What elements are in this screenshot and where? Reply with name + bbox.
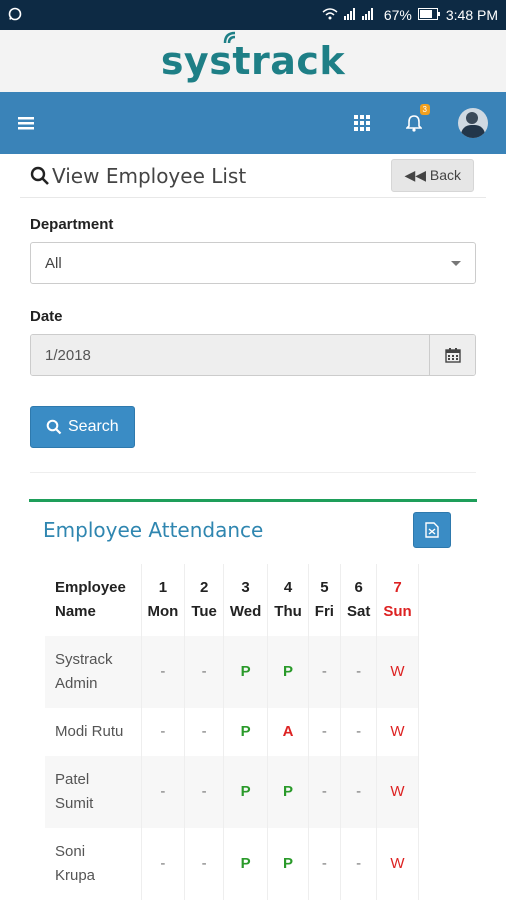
attendance-cell: - xyxy=(141,828,186,900)
attendance-cell: P xyxy=(223,708,269,756)
attendance-card: Employee Attendance Employee Name 1 Mon 2… xyxy=(29,499,477,900)
attendance-table-container[interactable]: Employee Name 1 Mon 2 Tue 3 Wed 4 Thu 5 Fri 6… xyxy=(45,564,459,900)
attendance-cell: - xyxy=(184,828,224,900)
page-title: View Employee List xyxy=(30,164,246,188)
department-label: Department xyxy=(30,216,114,233)
battery-icon xyxy=(417,7,440,23)
attendance-cell: W xyxy=(376,828,419,900)
employee-name-cell: Modi Rutu xyxy=(45,708,142,756)
attendance-cell: P xyxy=(267,636,309,708)
search-icon xyxy=(30,166,49,185)
column-header-day: 3 Wed xyxy=(223,564,269,636)
whatsapp-icon xyxy=(8,7,322,24)
attendance-cell: P xyxy=(267,756,309,828)
notification-count-badge: 3 xyxy=(419,104,430,115)
calendar-icon[interactable] xyxy=(429,335,475,375)
attendance-cell: - xyxy=(340,708,378,756)
logo-signal-icon xyxy=(223,31,235,44)
backward-icon: ◀◀ xyxy=(404,167,426,183)
column-header-day: 6 Sat xyxy=(340,564,378,636)
attendance-table: Employee Name 1 Mon 2 Tue 3 Wed 4 Thu 5 Fri 6… xyxy=(45,564,419,900)
divider xyxy=(30,472,476,473)
attendance-header: Employee Attendance xyxy=(29,502,477,564)
attendance-cell: - xyxy=(184,756,224,828)
employee-name-cell: Patel Sumit xyxy=(45,756,142,828)
column-header-day: 4 Thu xyxy=(267,564,309,636)
date-label: Date xyxy=(30,308,63,325)
department-select[interactable]: All xyxy=(30,242,476,284)
employee-name-cell: Soni Krupa xyxy=(45,828,142,900)
clock: 3:48 PM xyxy=(445,7,498,23)
attendance-cell: - xyxy=(340,636,378,708)
attendance-title: Employee Attendance xyxy=(43,518,264,542)
attendance-cell: W xyxy=(376,708,419,756)
top-navbar: 3 xyxy=(0,92,506,154)
user-avatar[interactable] xyxy=(458,108,488,138)
battery-percent: 67% xyxy=(383,7,412,23)
apps-grid-icon[interactable] xyxy=(354,115,370,131)
employee-name-cell: Systrack Admin xyxy=(45,636,142,708)
wifi-icon xyxy=(322,7,338,23)
table-row: Patel Sumit - - P P - - W xyxy=(45,756,419,828)
search-button[interactable]: Search xyxy=(30,406,135,448)
notification-bell-icon[interactable]: 3 xyxy=(406,104,430,132)
table-row: Soni Krupa - - P P - - W xyxy=(45,828,419,900)
hamburger-menu-icon[interactable] xyxy=(18,116,34,130)
table-row: Systrack Admin - - P P - - W xyxy=(45,636,419,708)
date-input[interactable]: 1/2018 xyxy=(31,335,429,375)
attendance-cell: P xyxy=(223,756,269,828)
dropdown-caret-icon xyxy=(451,260,461,266)
signal-icon xyxy=(343,7,378,23)
table-row: Modi Rutu - - P A - - W xyxy=(45,708,419,756)
attendance-cell: - xyxy=(141,756,186,828)
column-header-day: 7 Sun xyxy=(376,564,419,636)
attendance-cell: - xyxy=(308,828,341,900)
back-button[interactable]: ◀◀ Back xyxy=(391,159,474,192)
attendance-cell: P xyxy=(267,828,309,900)
attendance-cell: W xyxy=(376,756,419,828)
attendance-cell: P xyxy=(223,636,269,708)
panel-header: View Employee List ◀◀ Back xyxy=(20,154,486,198)
excel-file-icon xyxy=(425,522,439,538)
attendance-cell: P xyxy=(223,828,269,900)
attendance-cell: W xyxy=(376,636,419,708)
attendance-cell: A xyxy=(267,708,309,756)
attendance-cell: - xyxy=(308,756,341,828)
attendance-cell: - xyxy=(184,636,224,708)
column-header-employee-name: Employee Name xyxy=(45,564,142,636)
attendance-cell: - xyxy=(308,636,341,708)
table-header-row: Employee Name 1 Mon 2 Tue 3 Wed 4 Thu 5 Fri 6… xyxy=(45,564,419,636)
column-header-day: 2 Tue xyxy=(184,564,224,636)
attendance-cell: - xyxy=(184,708,224,756)
attendance-cell: - xyxy=(340,828,378,900)
main-content: View Employee List ◀◀ Back Department Al… xyxy=(0,154,506,900)
attendance-cell: - xyxy=(141,636,186,708)
attendance-cell: - xyxy=(340,756,378,828)
search-icon xyxy=(46,419,62,435)
attendance-cell: - xyxy=(141,708,186,756)
filter-form: Department All Date 1/2018 Search xyxy=(30,198,476,448)
date-field: 1/2018 xyxy=(30,334,476,376)
brand-header: systrack xyxy=(0,30,506,92)
status-bar: 67% 3:48 PM xyxy=(0,0,506,30)
column-header-day: 1 Mon xyxy=(141,564,186,636)
column-header-day: 5 Fri xyxy=(308,564,341,636)
systrack-logo: systrack xyxy=(161,31,345,83)
attendance-cell: - xyxy=(308,708,341,756)
export-excel-button[interactable] xyxy=(413,512,451,548)
